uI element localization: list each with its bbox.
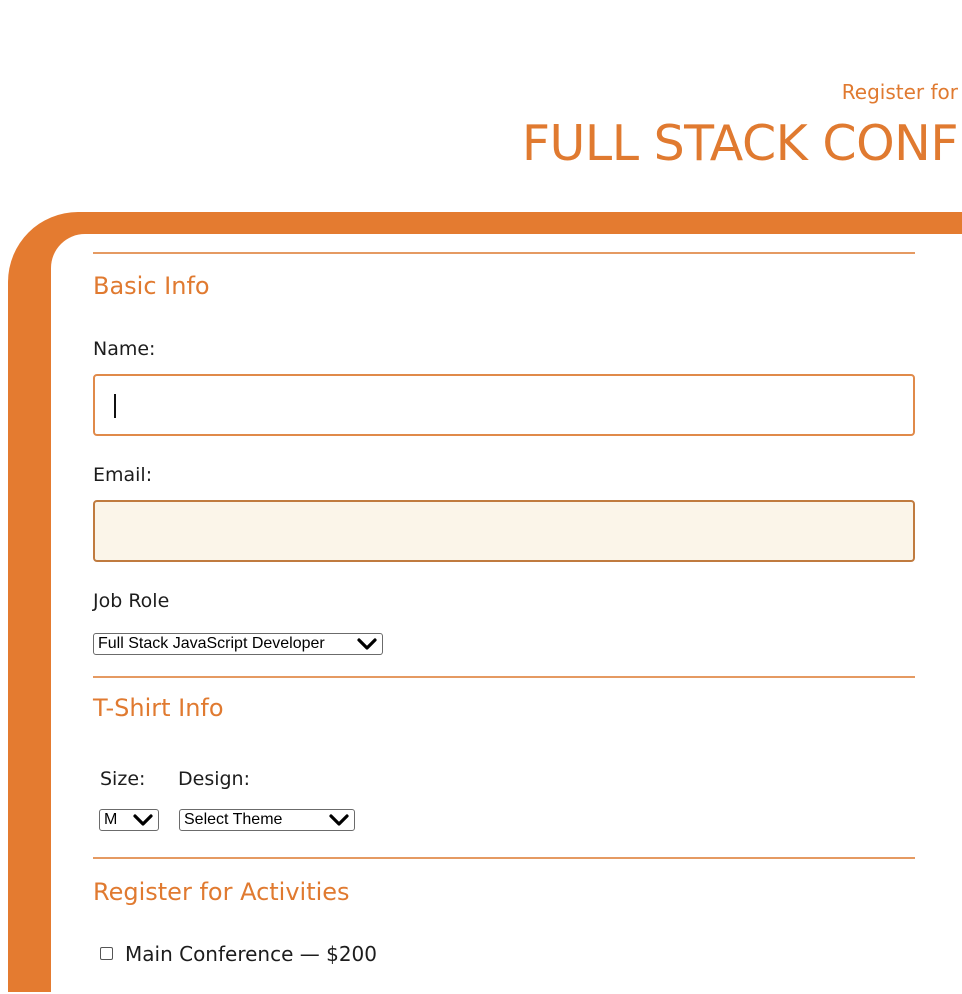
- basic-info-title: Basic Info: [93, 272, 210, 300]
- chevron-down-icon: [133, 814, 153, 826]
- name-label: Name:: [93, 338, 156, 360]
- email-input[interactable]: [93, 500, 915, 562]
- header-title: FULL STACK CONF: [521, 115, 959, 172]
- name-input[interactable]: [93, 374, 915, 436]
- design-label: Design:: [178, 768, 251, 790]
- chevron-down-icon: [357, 638, 377, 650]
- design-selected-value: Select Theme: [184, 811, 283, 828]
- main-conference-checkbox[interactable]: [100, 947, 113, 960]
- tshirt-info-divider: [93, 676, 915, 678]
- activities-title: Register for Activities: [93, 878, 350, 906]
- size-label: Size:: [100, 768, 146, 790]
- page-header: Register for FULL STACK CONF: [0, 0, 962, 212]
- email-label: Email:: [93, 464, 153, 486]
- chevron-down-icon: [329, 814, 349, 826]
- basic-info-divider: [93, 252, 915, 254]
- size-select[interactable]: M: [99, 809, 159, 831]
- text-caret: [114, 394, 116, 418]
- job-role-select[interactable]: Full Stack JavaScript Developer: [93, 633, 383, 655]
- main-conference-label[interactable]: Main Conference — $200: [125, 941, 377, 967]
- header-subtitle: Register for: [841, 80, 958, 104]
- design-select[interactable]: Select Theme: [179, 809, 355, 831]
- job-role-selected-value: Full Stack JavaScript Developer: [98, 635, 325, 652]
- activities-divider: [93, 857, 915, 859]
- job-role-label: Job Role: [93, 590, 170, 612]
- size-selected-value: M: [104, 811, 118, 828]
- tshirt-info-title: T-Shirt Info: [93, 694, 224, 722]
